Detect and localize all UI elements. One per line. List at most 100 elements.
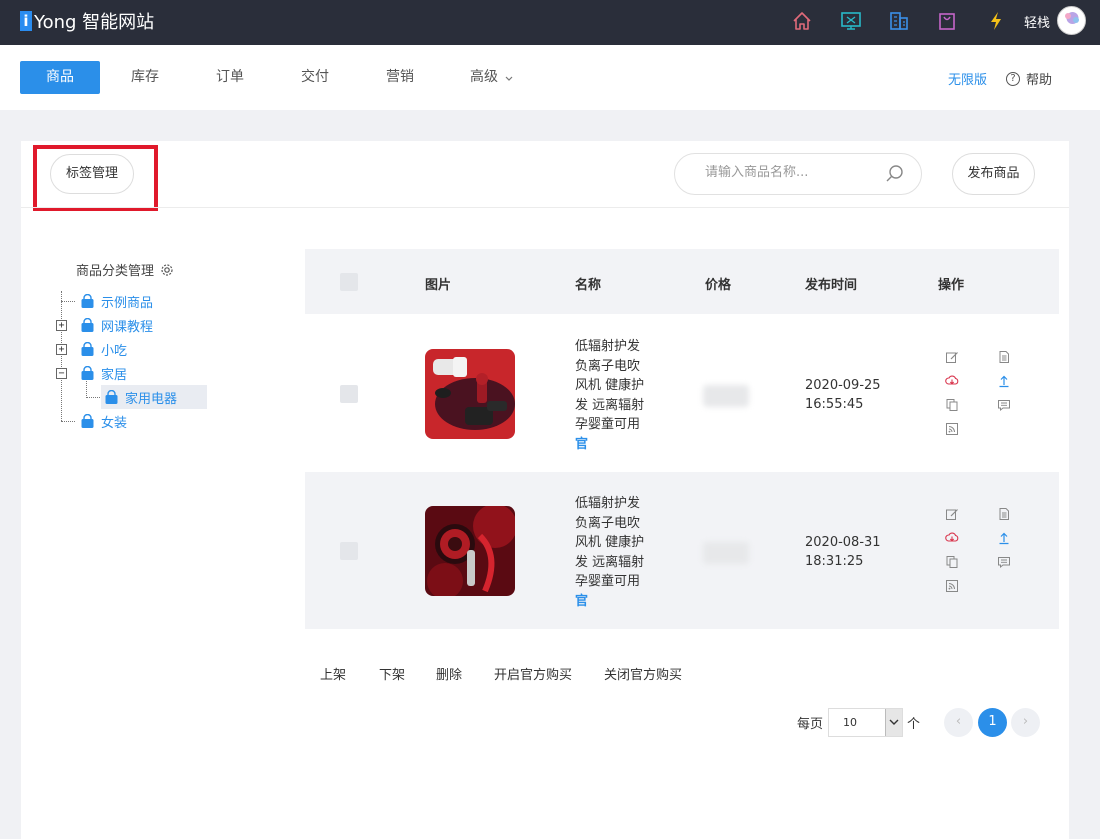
product-panel: 标签管理 发布商品 商品分类管理 示例商品 + 网课教程 + 小吃 − 家居 家… [21,141,1069,839]
avatar[interactable] [1057,6,1086,35]
tree-node-home[interactable]: 家居 [80,362,127,384]
cloud-download-icon[interactable] [945,374,959,388]
tree-node-label: 女装 [101,415,128,431]
row-checkbox[interactable] [340,542,358,560]
name-line: 发 远离辐射 [575,397,645,413]
expand-toggle[interactable]: + [56,344,67,355]
collapse-toggle[interactable]: − [56,368,67,379]
search-box[interactable] [674,153,922,195]
tab-orders[interactable]: 订单 [200,61,260,94]
lightning-icon[interactable] [985,10,1007,32]
gear-icon[interactable] [160,263,174,277]
name-line: 风机 健康护 [575,378,645,393]
tab-advanced[interactable]: 高级 [462,61,522,94]
publish-date: 2020-08-31 18:31:25 [805,533,881,571]
rss-icon[interactable] [945,579,959,593]
col-ops: 操作 [938,278,965,293]
next-page-button[interactable]: › [1011,708,1040,737]
official-badge: 官 [575,593,589,609]
upload-icon[interactable] [997,531,1011,545]
user-name[interactable]: 轻栈 [1024,12,1050,31]
name-line: 孕婴童可用 [575,417,641,432]
time-value: 16:55:45 [805,397,864,412]
shopping-bag-icon [81,365,94,380]
price-value-blurred [703,385,749,407]
time-value: 18:31:25 [805,554,864,569]
col-image: 图片 [425,278,452,293]
help-icon: ? [1006,71,1020,86]
help-label: 帮助 [1026,73,1053,88]
name-line: 负离子电吹 [575,515,641,531]
bulk-list-button[interactable]: 上架 [320,664,346,683]
rss-icon[interactable] [945,422,959,436]
date-value: 2020-08-31 [805,535,881,550]
category-tree-title: 商品分类管理 [76,260,174,279]
expand-toggle[interactable]: + [56,320,67,331]
tree-node-sample[interactable]: 示例商品 [80,290,153,312]
select-all-checkbox[interactable] [340,273,358,291]
edit-icon[interactable] [945,350,959,364]
category-tree-label: 商品分类管理 [76,264,155,279]
upload-icon[interactable] [997,374,1011,388]
tree-node-appliances[interactable]: 家用电器 [101,385,208,409]
logo-letter: i [20,11,32,31]
comment-icon[interactable] [997,398,1011,412]
document-icon[interactable] [997,350,1011,364]
tag-manage-button[interactable]: 标签管理 [50,154,134,194]
product-name[interactable]: 低辐射护发 负离子电吹 风机 健康护 发 远离辐射 孕婴童可用 官 [575,337,655,454]
tree-node-label: 家用电器 [125,391,178,407]
disable-official-purchase-button[interactable]: 关闭官方购买 [604,664,682,683]
logo-text: Yong 智能网站 [34,12,155,33]
monitor-icon[interactable] [840,10,862,32]
cloud-download-icon[interactable] [945,531,959,545]
product-image[interactable] [425,506,515,596]
tab-products[interactable]: 商品 [20,61,100,94]
name-line: 低辐射护发 [575,339,641,354]
main-nav: 商品 库存 订单 交付 营销 高级 无限版 ? 帮助 [0,45,1100,110]
publish-product-button[interactable]: 发布商品 [952,153,1035,195]
name-line: 孕婴童可用 [575,574,641,589]
select-arrow[interactable] [885,709,902,736]
copy-icon[interactable] [945,398,959,412]
edition-link[interactable]: 无限版 [948,69,987,88]
per-page-unit: 个 [907,717,921,732]
product-image[interactable] [425,349,515,439]
page-button-current[interactable]: 1 [978,708,1007,737]
tab-inventory[interactable]: 库存 [115,61,175,94]
name-line: 风机 健康护 [575,535,645,550]
tab-delivery[interactable]: 交付 [285,61,345,94]
enable-official-purchase-button[interactable]: 开启官方购买 [494,664,572,683]
tree-guide [61,421,75,422]
shopping-bag-icon [81,317,94,332]
search-icon[interactable] [885,164,905,184]
edit-icon[interactable] [945,507,959,521]
document-icon[interactable] [997,507,1011,521]
bulk-unlist-button[interactable]: 下架 [379,664,405,683]
search-input[interactable] [705,165,875,180]
tree-node-womens[interactable]: 女装 [80,410,127,432]
chevron-down-icon [889,719,899,725]
shopping-bag-icon [81,413,94,428]
bag-icon[interactable] [936,10,958,32]
comment-icon[interactable] [997,555,1011,569]
bulk-delete-button[interactable]: 删除 [436,664,462,683]
col-name: 名称 [575,278,602,293]
tree-node-label: 示例商品 [101,295,154,311]
per-page-value: 10 [843,716,857,729]
building-icon[interactable] [888,10,910,32]
tree-node-snacks[interactable]: 小吃 [80,338,127,360]
app-logo[interactable]: i Yong 智能网站 [20,9,154,33]
name-line: 低辐射护发 [575,496,641,511]
copy-icon[interactable] [945,555,959,569]
prev-page-button[interactable]: ‹ [944,708,973,737]
tab-marketing[interactable]: 营销 [370,61,430,94]
product-name[interactable]: 低辐射护发 负离子电吹 风机 健康护 发 远离辐射 孕婴童可用 官 [575,494,655,611]
row-checkbox[interactable] [340,385,358,403]
tree-node-courses[interactable]: 网课教程 [80,314,153,336]
home-icon[interactable] [791,10,813,32]
per-page-select[interactable]: 10 [828,708,903,737]
shopping-bag-icon [105,389,118,404]
table-row: 低辐射护发 负离子电吹 风机 健康护 发 远离辐射 孕婴童可用 官 2020-0… [305,315,1059,472]
help-link[interactable]: ? 帮助 [1006,69,1052,88]
tree-guide [61,291,62,421]
